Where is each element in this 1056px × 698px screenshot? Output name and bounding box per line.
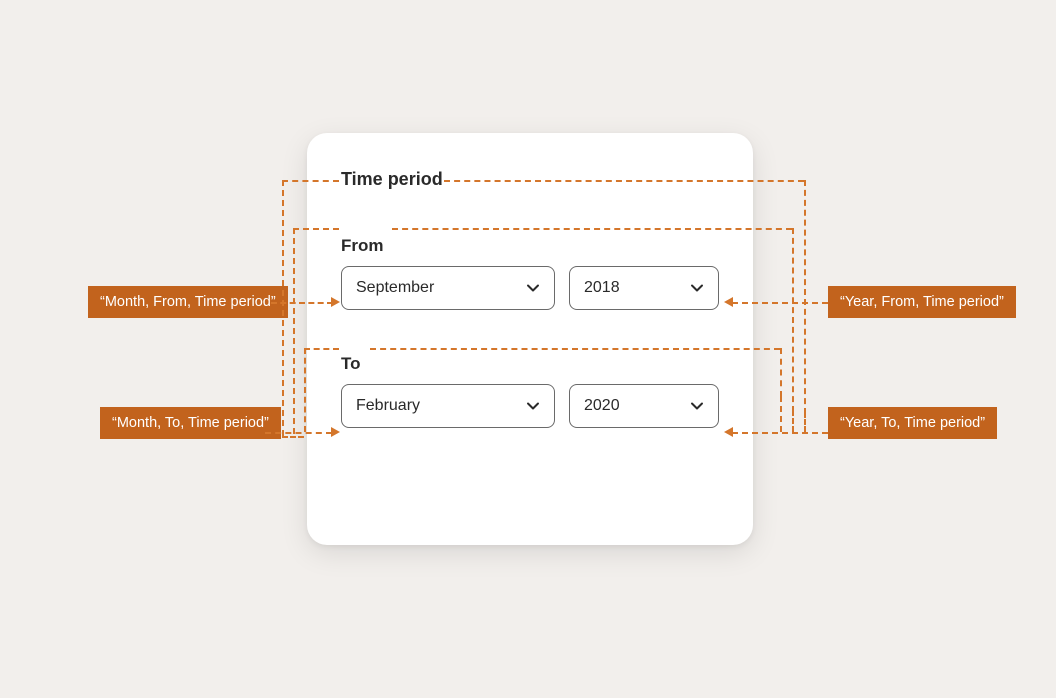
arrow-right-icon (331, 297, 340, 307)
from-row: September 2018 (341, 266, 719, 310)
dash-line (293, 228, 295, 434)
dash-line (304, 348, 306, 432)
chevron-down-icon (526, 281, 540, 295)
from-label: From (341, 236, 719, 256)
to-row: February 2020 (341, 384, 719, 428)
from-year-value: 2018 (584, 279, 620, 297)
dash-line (804, 180, 806, 414)
dash-line (780, 396, 782, 432)
dash-line (282, 436, 304, 438)
to-year-value: 2020 (584, 397, 620, 415)
dash-line (792, 410, 794, 432)
chevron-down-icon (690, 399, 704, 413)
from-month-select[interactable]: September (341, 266, 555, 310)
to-month-select[interactable]: February (341, 384, 555, 428)
to-month-value: February (356, 397, 420, 415)
card-title: Time period (341, 169, 719, 190)
dash-line (780, 348, 782, 397)
from-year-select[interactable]: 2018 (569, 266, 719, 310)
annotation-to-month: “Month, To, Time period” (100, 407, 281, 439)
annotation-from-year: “Year, From, Time period” (828, 286, 1016, 318)
arrow-left-icon (724, 427, 733, 437)
dash-line (804, 412, 806, 432)
chevron-down-icon (690, 281, 704, 295)
to-label: To (341, 354, 719, 374)
arrow-left-icon (724, 297, 733, 307)
annotation-to-year: “Year, To, Time period” (828, 407, 997, 439)
arrow-right-icon (331, 427, 340, 437)
from-month-value: September (356, 279, 434, 297)
to-year-select[interactable]: 2020 (569, 384, 719, 428)
time-period-card: Time period From September 2018 To Febru… (307, 133, 753, 545)
annotation-from-month: “Month, From, Time period” (88, 286, 288, 318)
dash-line (792, 228, 794, 412)
chevron-down-icon (526, 399, 540, 413)
